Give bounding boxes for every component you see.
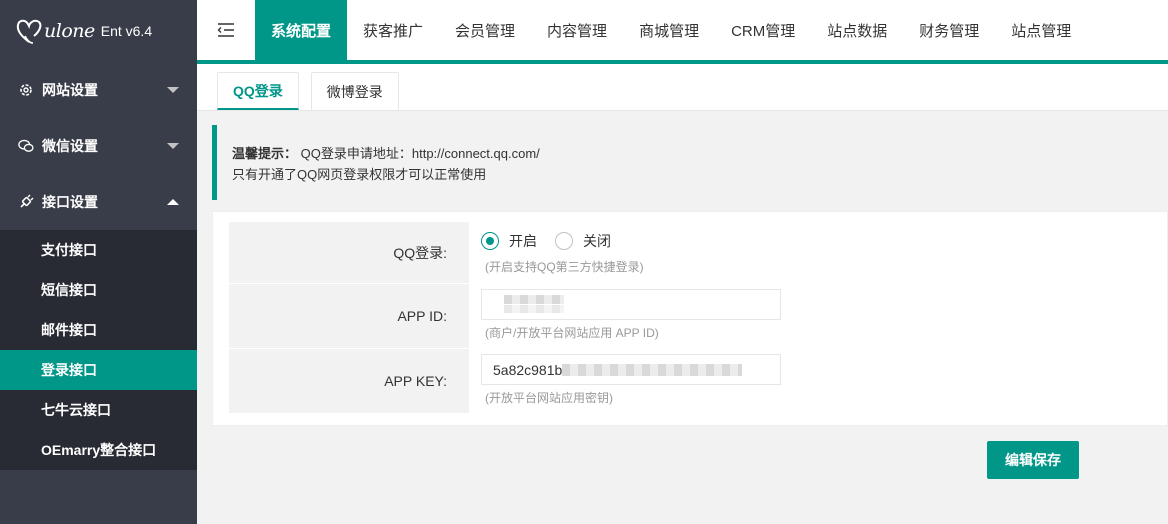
sidebar-group-wechat-settings[interactable]: 微信设置 [0,118,197,174]
app-id-hint: (商户/开放平台网站应用 APP ID) [485,326,659,340]
sidebar-item-oemarry[interactable]: OEmarry整合接口 [0,430,197,470]
tip-line-2: 只有开通了QQ网页登录权限才可以正常使用 [232,167,487,182]
top-nav: 系统配置 获客推广 会员管理 内容管理 商城管理 CRM管理 站点数据 财务管理… [197,0,1168,64]
form-row-qq-login: QQ登录: 开启 关闭 (开启支持QQ第三方快捷登录) [229,222,1167,283]
sidebar-item-sms[interactable]: 短信接口 [0,270,197,310]
form-row-app-id: APP ID: (商户/开放平台网站应用 APP ID) [229,283,1167,348]
sidebar-group-site-settings[interactable]: 网站设置 [0,62,197,118]
radio-enable[interactable]: 开启 [481,231,537,251]
sidebar-subnav: 支付接口 短信接口 邮件接口 登录接口 七牛云接口 OEmarry整合接口 [0,230,197,470]
sidebar-group-label: 接口设置 [42,194,98,210]
tab-qq-login[interactable]: QQ登录 [217,72,299,110]
heart-icon [16,16,42,46]
app-key-hint: (开放平台网站应用密钥) [485,391,613,405]
radio-checked-icon [481,232,499,250]
menu-collapse-icon[interactable] [197,0,255,60]
radio-enable-label: 开启 [509,233,537,249]
app-key-label: APP KEY: [229,348,469,413]
redaction-mask [504,295,564,304]
tab-customer-acquisition[interactable]: 获客推广 [347,0,439,60]
radio-disable[interactable]: 关闭 [555,231,611,251]
app-id-input[interactable] [481,289,781,320]
qq-login-hint: (开启支持QQ第三方快捷登录) [485,260,644,274]
logo[interactable]: ulone Ent v6.4 [0,0,197,62]
tab-site-data[interactable]: 站点数据 [811,0,903,60]
sidebar-group-api-settings[interactable]: 接口设置 [0,174,197,230]
app-key-value: 5a82c981b [493,361,563,378]
app-key-input[interactable]: 5a82c981b [481,354,781,385]
tab-system-config[interactable]: 系统配置 [255,0,348,60]
sidebar-item-email[interactable]: 邮件接口 [0,310,197,350]
chevron-down-icon [167,143,179,149]
chevron-up-icon [167,199,179,205]
version-label: Ent v6.4 [100,23,153,39]
tab-finance-management[interactable]: 财务管理 [903,0,995,60]
tip-box: 温馨提示： QQ登录申请地址：http://connect.qq.com/ 只有… [212,125,1168,200]
gear-icon [18,82,34,98]
qq-login-form: QQ登录: 开启 关闭 (开启支持QQ第三方快捷登录) APP ID: (商户/… [212,211,1168,426]
tab-member-management[interactable]: 会员管理 [439,0,531,60]
redaction-mask [562,364,742,376]
chat-icon [18,138,34,154]
login-method-tabs: QQ登录 微博登录 [197,64,1168,111]
tab-content-management[interactable]: 内容管理 [531,0,623,60]
app-id-label: APP ID: [229,283,469,348]
tip-line-1: 温馨提示： QQ登录申请地址：http://connect.qq.com/ [232,143,1168,164]
tip-title: 温馨提示： [232,146,298,161]
logo-text: ulone [44,20,95,42]
tab-site-management[interactable]: 站点管理 [995,0,1087,60]
sidebar-group-label: 微信设置 [42,138,98,154]
form-row-app-key: APP KEY: 5a82c981b (开放平台网站应用密钥) [229,348,1167,413]
tab-crm-management[interactable]: CRM管理 [715,0,811,60]
save-button[interactable]: 编辑保存 [987,441,1079,479]
plug-icon [18,194,34,210]
tab-weibo-login[interactable]: 微博登录 [310,72,399,110]
redaction-mask [504,305,564,313]
chevron-down-icon [167,87,179,93]
qq-login-label: QQ登录: [229,222,469,283]
radio-unchecked-icon [555,232,573,250]
radio-disable-label: 关闭 [583,233,611,249]
sidebar-item-login[interactable]: 登录接口 [0,350,197,390]
sidebar-item-qiniu[interactable]: 七牛云接口 [0,390,197,430]
tip-apply-address: QQ登录申请地址：http://connect.qq.com/ [300,146,540,161]
sidebar-group-label: 网站设置 [42,82,98,98]
sidebar: ulone Ent v6.4 网站设置 微信设置 接口设置 支付接口 短信接口 … [0,0,197,524]
tab-mall-management[interactable]: 商城管理 [623,0,715,60]
sidebar-item-payment[interactable]: 支付接口 [0,230,197,270]
